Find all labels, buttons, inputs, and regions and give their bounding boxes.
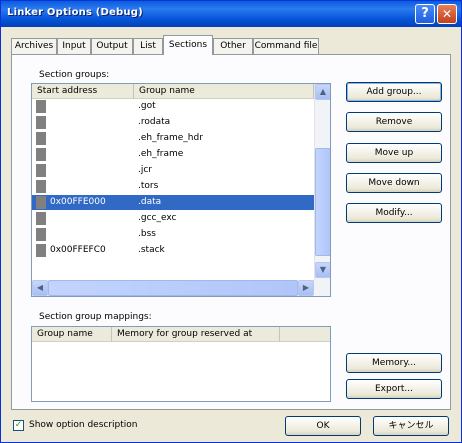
scroll-down-button[interactable]: ▼ <box>315 262 330 278</box>
section-group-row-selected[interactable]: 0x00FFE000 .data <box>32 195 314 210</box>
group-name: .eh_frame_hdr <box>138 133 203 143</box>
memory-button[interactable]: Memory... <box>346 353 442 373</box>
section-group-row[interactable]: .bss <box>32 227 314 242</box>
section-icon <box>36 132 46 145</box>
tab-list[interactable]: List <box>133 38 163 54</box>
tab-archives[interactable]: Archives <box>11 38 57 54</box>
title-bar[interactable]: Linker Options (Debug) ? ✕ <box>1 1 461 27</box>
tab-sections[interactable]: Sections <box>163 35 213 55</box>
column-group-name[interactable]: Group name <box>134 84 314 98</box>
scroll-left-button[interactable]: ◀ <box>32 280 48 296</box>
horizontal-scroll-thumb[interactable] <box>48 280 298 296</box>
section-group-mappings-label: Section group mappings: <box>39 312 152 322</box>
section-icon <box>36 196 46 209</box>
column-start-address[interactable]: Start address <box>32 84 134 98</box>
vertical-scroll-thumb[interactable] <box>315 148 330 256</box>
tab-other[interactable]: Other <box>213 38 253 54</box>
section-group-row[interactable]: .rodata <box>32 115 314 130</box>
section-group-row[interactable]: .eh_frame_hdr <box>32 131 314 146</box>
add-group-button[interactable]: Add group... <box>346 82 442 102</box>
start-address: 0x00FFE000 <box>50 197 106 207</box>
column-mapping-group-name[interactable]: Group name <box>32 327 112 341</box>
linker-options-dialog: Linker Options (Debug) ? ✕ Archives Inpu… <box>0 0 462 443</box>
section-group-mappings-list[interactable]: Group name Memory for group reserved at <box>31 326 331 402</box>
group-name: .bss <box>138 229 156 239</box>
vertical-scrollbar[interactable]: ▲ ▼ <box>314 84 330 280</box>
tab-command-file[interactable]: Command file <box>253 38 319 54</box>
section-groups-list[interactable]: Start address Group name .got .rodata .e… <box>31 83 331 297</box>
section-icon <box>36 228 46 241</box>
section-group-row[interactable]: .tors <box>32 179 314 194</box>
group-name: .data <box>138 197 162 207</box>
start-address: 0x00FFEFC0 <box>50 245 106 255</box>
group-name: .rodata <box>138 117 171 127</box>
section-icon <box>36 116 46 129</box>
group-name: .got <box>138 101 156 111</box>
horizontal-scrollbar[interactable]: ◀ ▶ <box>32 280 330 296</box>
move-up-button[interactable]: Move up <box>346 143 442 163</box>
remove-button[interactable]: Remove <box>346 112 442 132</box>
section-group-row[interactable]: 0x00FFEFC0 .stack <box>32 243 314 258</box>
section-group-row[interactable]: .eh_frame <box>32 147 314 162</box>
help-button[interactable]: ? <box>415 4 435 24</box>
show-option-description-label[interactable]: Show option description <box>29 420 138 430</box>
tab-output[interactable]: Output <box>91 38 133 54</box>
ok-button[interactable]: OK <box>285 416 361 436</box>
section-group-row[interactable]: .gcc_exc <box>32 211 314 226</box>
window-title: Linker Options (Debug) <box>7 7 143 18</box>
move-down-button[interactable]: Move down <box>346 173 442 193</box>
section-icon <box>36 180 46 193</box>
section-icon <box>36 244 46 257</box>
export-button[interactable]: Export... <box>346 379 442 399</box>
tab-input[interactable]: Input <box>57 38 91 54</box>
section-icon <box>36 148 46 161</box>
section-group-row[interactable]: .jcr <box>32 163 314 178</box>
group-name: .gcc_exc <box>138 213 177 223</box>
section-groups-header: Start address Group name <box>32 84 314 99</box>
group-name: .jcr <box>138 165 153 175</box>
scroll-right-button[interactable]: ▶ <box>298 280 314 296</box>
scroll-up-button[interactable]: ▲ <box>315 84 330 100</box>
group-name: .tors <box>138 181 159 191</box>
modify-button[interactable]: Modify... <box>346 203 442 223</box>
column-memory-reserved[interactable]: Memory for group reserved at <box>112 327 280 341</box>
show-option-description-checkbox[interactable]: ✓ <box>13 420 24 431</box>
section-icon <box>36 212 46 225</box>
section-icon <box>36 164 46 177</box>
section-group-row[interactable]: .got <box>32 99 314 114</box>
section-groups-label: Section groups: <box>39 70 110 80</box>
cancel-button[interactable]: キャンセル <box>373 416 449 436</box>
section-icon <box>36 100 46 113</box>
close-button[interactable]: ✕ <box>437 4 457 24</box>
mappings-header: Group name Memory for group reserved at <box>32 327 330 342</box>
group-name: .eh_frame <box>138 149 184 159</box>
group-name: .stack <box>138 245 165 255</box>
